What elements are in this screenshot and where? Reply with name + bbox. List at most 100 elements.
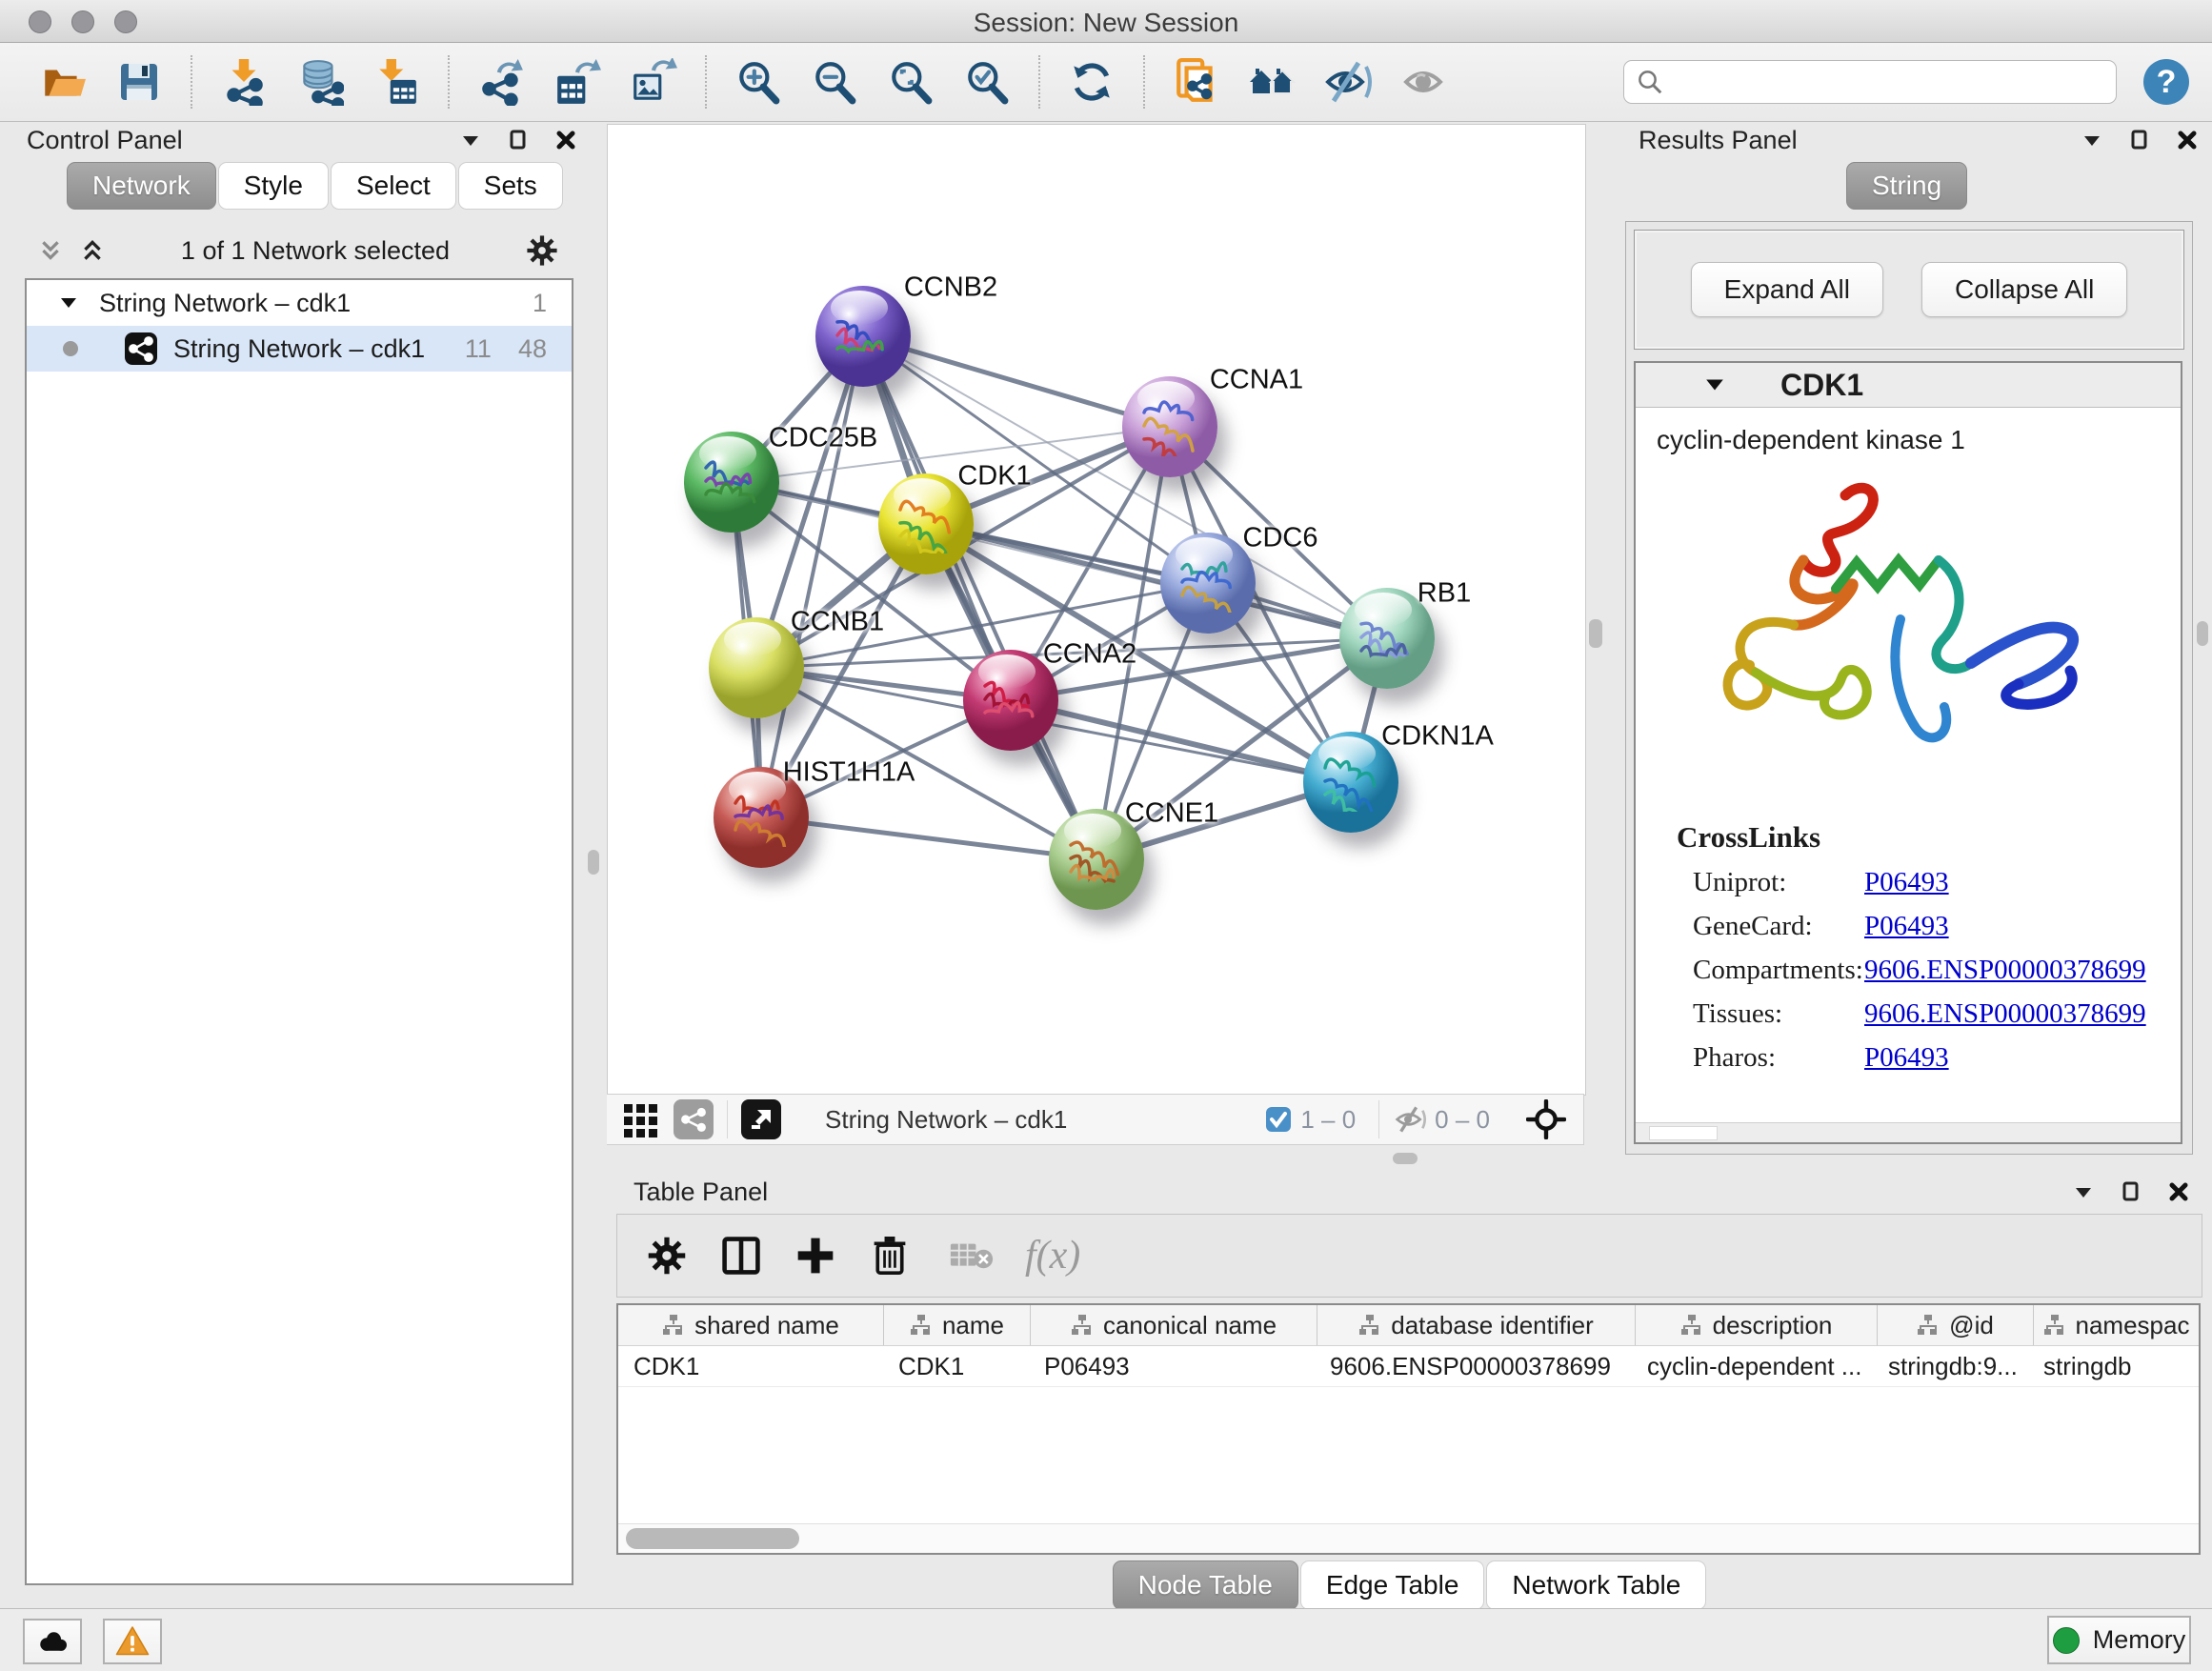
tab-network[interactable]: Network [67, 162, 216, 210]
node-table: shared name name canonical name database… [616, 1303, 2201, 1555]
expand-all-icon[interactable] [80, 238, 105, 263]
crosslink-link[interactable]: 9606.ENSP00000378699 [1864, 998, 2146, 1030]
crosslink-row: Pharos: P06493 [1693, 1036, 2181, 1079]
panel-menu-icon[interactable] [2081, 129, 2103, 151]
network-edge[interactable] [761, 336, 863, 817]
bottom-splitter-handle[interactable] [1393, 1153, 1418, 1164]
panel-float-icon[interactable] [507, 129, 530, 151]
expand-all-button[interactable]: Expand All [1691, 262, 1883, 317]
search-input[interactable] [1664, 67, 2104, 98]
left-splitter-handle[interactable] [588, 850, 599, 875]
network-canvas[interactable]: CCNB2CCNA1CDC25BCDK1CDC6RB1CCNB1CCNA2CDK… [607, 124, 1586, 1096]
network-type-icon [124, 332, 158, 366]
column-header[interactable]: name [884, 1305, 1031, 1345]
selected-checkbox-icon[interactable] [1264, 1105, 1293, 1134]
save-session-icon[interactable] [114, 57, 164, 107]
table-type-tabs: Node Table Edge Table Network Table [607, 1560, 2212, 1610]
zoom-in-icon[interactable] [734, 57, 783, 107]
import-network-database-icon[interactable] [295, 57, 345, 107]
crosslink-label: Pharos: [1693, 1042, 1864, 1074]
panel-close-icon[interactable] [554, 129, 577, 151]
network-view-title: String Network – cdk1 [825, 1105, 1067, 1135]
warnings-button[interactable] [103, 1619, 162, 1664]
help-icon[interactable]: ? [2143, 59, 2189, 105]
column-header[interactable]: database identifier [1317, 1305, 1636, 1345]
right-splitter-handle[interactable] [1589, 619, 1602, 648]
tab-node-table[interactable]: Node Table [1113, 1560, 1298, 1610]
tab-edge-table[interactable]: Edge Table [1300, 1560, 1485, 1610]
network-node-ccnb2[interactable] [815, 286, 911, 387]
network-edges[interactable] [608, 125, 1585, 1095]
table-row[interactable]: CDK1 CDK1 P06493 9606.ENSP00000378699 cy… [618, 1346, 2199, 1387]
protein-ribbon-thumbnail [832, 309, 893, 366]
panel-close-icon[interactable] [2167, 1180, 2190, 1203]
column-header[interactable]: namespac [2034, 1305, 2199, 1345]
fit-content-crosshair-icon[interactable] [1526, 1099, 1566, 1139]
network-list-gear-icon[interactable] [526, 234, 558, 267]
panel-float-icon[interactable] [2128, 129, 2151, 151]
zoom-out-icon[interactable] [810, 57, 859, 107]
panel-float-icon[interactable] [2120, 1180, 2142, 1203]
zoom-selected-icon[interactable] [962, 57, 1012, 107]
export-network-icon[interactable] [476, 57, 526, 107]
results-hscrollbar[interactable] [1636, 1122, 2181, 1142]
network-collection-row[interactable]: String Network – cdk1 1 [27, 280, 572, 326]
crosslink-link[interactable]: 9606.ENSP00000378699 [1864, 955, 2146, 986]
gene-section-header[interactable]: CDK1 [1636, 363, 2181, 408]
section-expander-icon[interactable] [1704, 374, 1725, 395]
network-node-cdc6[interactable] [1160, 533, 1256, 634]
crosslink-link[interactable]: P06493 [1864, 1042, 1949, 1074]
zoom-fit-icon[interactable] [886, 57, 935, 107]
tab-sets[interactable]: Sets [458, 162, 563, 210]
collapse-all-button[interactable]: Collapse All [1921, 262, 2127, 317]
results-panel-header: Results Panel [1639, 122, 2199, 158]
refresh-layout-icon[interactable] [1067, 57, 1116, 107]
panel-menu-icon[interactable] [2072, 1180, 2095, 1203]
import-table-icon[interactable] [372, 57, 421, 107]
network-view-icon[interactable] [674, 1099, 714, 1139]
add-column-icon[interactable] [791, 1231, 840, 1280]
protein-ribbon-thumbnail [895, 496, 955, 554]
network-node-ccna1[interactable] [1122, 376, 1217, 477]
node-label: CDKN1A [1381, 721, 1494, 753]
crosslink-link[interactable]: P06493 [1864, 911, 1949, 942]
column-header[interactable]: canonical name [1031, 1305, 1317, 1345]
show-all-icon[interactable] [1400, 57, 1450, 107]
tab-style[interactable]: Style [218, 162, 329, 210]
export-table-icon[interactable] [553, 57, 602, 107]
grid-view-icon[interactable] [622, 1100, 660, 1138]
column-header[interactable]: description [1636, 1305, 1878, 1345]
collapse-all-icon[interactable] [38, 238, 63, 263]
panel-menu-icon[interactable] [459, 129, 482, 151]
import-network-file-icon[interactable] [219, 57, 269, 107]
crosslink-link[interactable]: P06493 [1864, 867, 1949, 898]
results-panel: Results Panel String Expand All Collapse… [1612, 122, 2212, 1176]
new-network-from-selection-icon[interactable] [1172, 57, 1221, 107]
main-toolbar: ? [0, 43, 2212, 122]
network-edge[interactable] [761, 817, 1096, 859]
panel-close-icon[interactable] [2176, 129, 2199, 151]
collection-expander-icon[interactable] [59, 293, 78, 312]
tab-string[interactable]: String [1846, 162, 1967, 210]
export-image-icon[interactable] [629, 57, 678, 107]
network-row[interactable]: String Network – cdk1 11 48 [27, 326, 572, 372]
show-columns-icon[interactable] [716, 1231, 766, 1280]
delete-column-icon[interactable] [865, 1231, 915, 1280]
scrollbar-thumb[interactable] [626, 1528, 799, 1549]
birds-eye-view-icon[interactable] [741, 1099, 781, 1139]
column-header[interactable]: @id [1878, 1305, 2034, 1345]
search-input-wrap [1623, 60, 2117, 104]
table-gear-icon[interactable] [642, 1231, 692, 1280]
protein-ribbon-thumbnail [1065, 832, 1126, 889]
hide-selected-icon[interactable] [1324, 57, 1374, 107]
table-hscrollbar[interactable] [618, 1523, 2199, 1553]
hidden-eye-slash-icon[interactable] [1393, 1104, 1427, 1135]
cloud-status-button[interactable] [23, 1619, 82, 1664]
first-neighbors-icon[interactable] [1248, 57, 1297, 107]
column-header[interactable]: shared name [618, 1305, 884, 1345]
network-node-cdc25b[interactable] [684, 432, 779, 533]
open-session-icon[interactable] [38, 57, 88, 107]
tab-network-table[interactable]: Network Table [1486, 1560, 1706, 1610]
tab-select[interactable]: Select [331, 162, 456, 210]
memory-button[interactable]: Memory [2047, 1616, 2191, 1664]
